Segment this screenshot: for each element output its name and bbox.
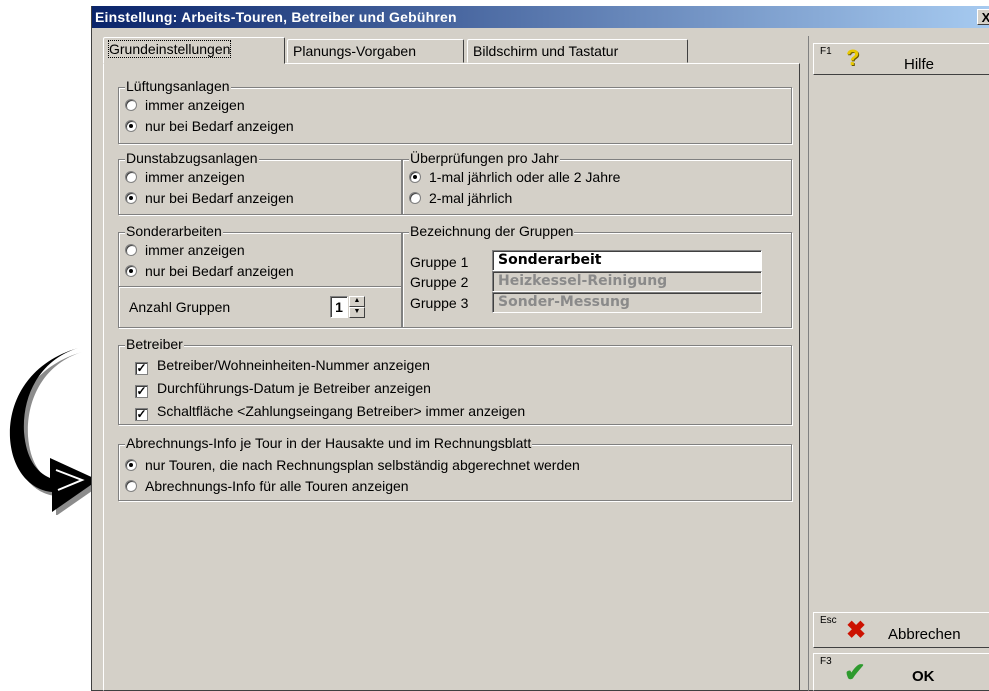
group-legend: Betreiber: [125, 336, 184, 353]
question-mark-icon: ?: [846, 45, 860, 70]
radio-icon: [125, 171, 137, 183]
ok-button[interactable]: F3 ✔ OK: [813, 653, 989, 691]
spin-up-icon[interactable]: ▲: [349, 296, 365, 307]
gruppe-1-field[interactable]: Sonderarbeit: [492, 250, 762, 271]
radio-icon: [125, 120, 137, 132]
group-ueberpruefungen: Überprüfungen pro Jahr 1-mal jährlich od…: [402, 150, 792, 215]
ok-key-label: F3: [820, 656, 832, 667]
dialog-title: Einstellung: Arbeits-Touren, Betreiber u…: [92, 6, 989, 28]
check-schaltflaeche-zahlung[interactable]: ✓ Schaltfläche <Zahlungseingang Betreiber…: [135, 402, 525, 421]
close-button[interactable]: X: [977, 9, 989, 25]
group-legend: Sonderarbeiten: [125, 223, 223, 240]
radio-abrechnung-alle[interactable]: Abrechnungs-Info für alle Touren anzeige…: [125, 477, 409, 495]
radio-icon: [409, 192, 421, 204]
settings-dialog: Einstellung: Arbeits-Touren, Betreiber u…: [91, 6, 989, 691]
radio-lueftung-bedarf[interactable]: nur bei Bedarf anzeigen: [125, 117, 294, 135]
checkmark-icon: ✓: [135, 361, 148, 375]
radio-sonder-bedarf[interactable]: nur bei Bedarf anzeigen: [125, 262, 294, 280]
radio-icon: [125, 459, 137, 471]
ok-label: OK: [912, 668, 935, 685]
group-legend: Überprüfungen pro Jahr: [409, 150, 560, 167]
radio-icon: [125, 244, 137, 256]
group-lueftungsanlagen: Lüftungsanlagen immer anzeigen nur bei B…: [118, 78, 792, 144]
group-legend: Abrechnungs-Info je Tour in der Hausakte…: [125, 435, 533, 452]
gruppe-1-label: Gruppe 1: [410, 254, 469, 270]
divider: [119, 286, 401, 287]
group-legend: Lüftungsanlagen: [125, 78, 231, 95]
check-durchfuehrungs-datum[interactable]: ✓ Durchführungs-Datum je Betreiber anzeig…: [135, 379, 431, 398]
radio-icon: [125, 480, 137, 492]
radio-lueftung-immer[interactable]: immer anzeigen: [125, 96, 245, 114]
help-label: Hilfe: [904, 56, 935, 73]
tab-panel-grundeinstellungen: Lüftungsanlagen immer anzeigen nur bei B…: [103, 63, 800, 691]
radio-icon: [125, 99, 137, 111]
anzahl-gruppen-label: Anzahl Gruppen: [129, 299, 231, 315]
check-betreiber-nummer[interactable]: ✓ Betreiber/Wohneinheiten-Nummer anzeigen: [135, 356, 430, 375]
radio-dunst-immer[interactable]: immer anzeigen: [125, 168, 245, 186]
radio-abrechnung-nur-touren[interactable]: nur Touren, die nach Rechnungsplan selbs…: [125, 456, 580, 474]
anzahl-gruppen-spinner[interactable]: ▲ ▼: [349, 296, 365, 318]
group-dunstabzugsanlagen: Dunstabzugsanlagen immer anzeigen nur be…: [118, 150, 402, 215]
tab-grundeinstellungen[interactable]: Grundeinstellungen: [103, 37, 285, 64]
gruppe-3-field: Sonder-Messung: [492, 292, 762, 313]
checkmark-icon: ✓: [135, 407, 148, 421]
cancel-key-label: Esc: [820, 615, 837, 626]
radio-dunst-bedarf[interactable]: nur bei Bedarf anzeigen: [125, 189, 294, 207]
radio-pruef-einmal[interactable]: 1-mal jährlich oder alle 2 Jahre: [409, 168, 620, 186]
tab-bildschirm-und-tastatur[interactable]: Bildschirm und Tastatur: [467, 39, 688, 63]
group-sonderarbeiten: Sonderarbeiten immer anzeigen nur bei Be…: [118, 223, 402, 328]
gruppe-2-field: Heizkessel-Reinigung: [492, 271, 762, 292]
group-legend: Dunstabzugsanlagen: [125, 150, 259, 167]
group-betreiber: Betreiber ✓ Betreiber/Wohneinheiten-Numme…: [118, 336, 792, 425]
radio-icon: [125, 192, 137, 204]
radio-icon: [409, 171, 421, 183]
checkmark-icon: ✔: [844, 657, 866, 687]
cancel-x-icon: ✖: [846, 617, 867, 644]
group-bezeichnung-gruppen: Bezeichnung der Gruppen Gruppe 1 Sondera…: [402, 223, 792, 328]
group-legend: Bezeichnung der Gruppen: [409, 223, 575, 240]
checkmark-icon: ✓: [135, 384, 148, 398]
gruppe-3-label: Gruppe 3: [410, 295, 469, 311]
pointer-arrow-icon: [0, 340, 102, 516]
radio-icon: [125, 265, 137, 277]
cancel-label: Abbrechen: [888, 626, 961, 643]
button-sidebar: F1 ? Hilfe Esc ✖ Abbrechen F3 ✔ OK: [808, 36, 989, 691]
anzahl-gruppen-value[interactable]: 1: [330, 296, 348, 318]
help-button[interactable]: F1 ? Hilfe: [813, 43, 989, 75]
help-key-label: F1: [820, 46, 832, 57]
spin-down-icon[interactable]: ▼: [349, 307, 365, 318]
tab-planungs-vorgaben[interactable]: Planungs-Vorgaben: [287, 39, 464, 63]
group-abrechnungs-info: Abrechnungs-Info je Tour in der Hausakte…: [118, 435, 792, 501]
radio-sonder-immer[interactable]: immer anzeigen: [125, 241, 245, 259]
gruppe-2-label: Gruppe 2: [410, 274, 469, 290]
radio-pruef-zweimal[interactable]: 2-mal jährlich: [409, 189, 512, 207]
cancel-button[interactable]: Esc ✖ Abbrechen: [813, 612, 989, 648]
